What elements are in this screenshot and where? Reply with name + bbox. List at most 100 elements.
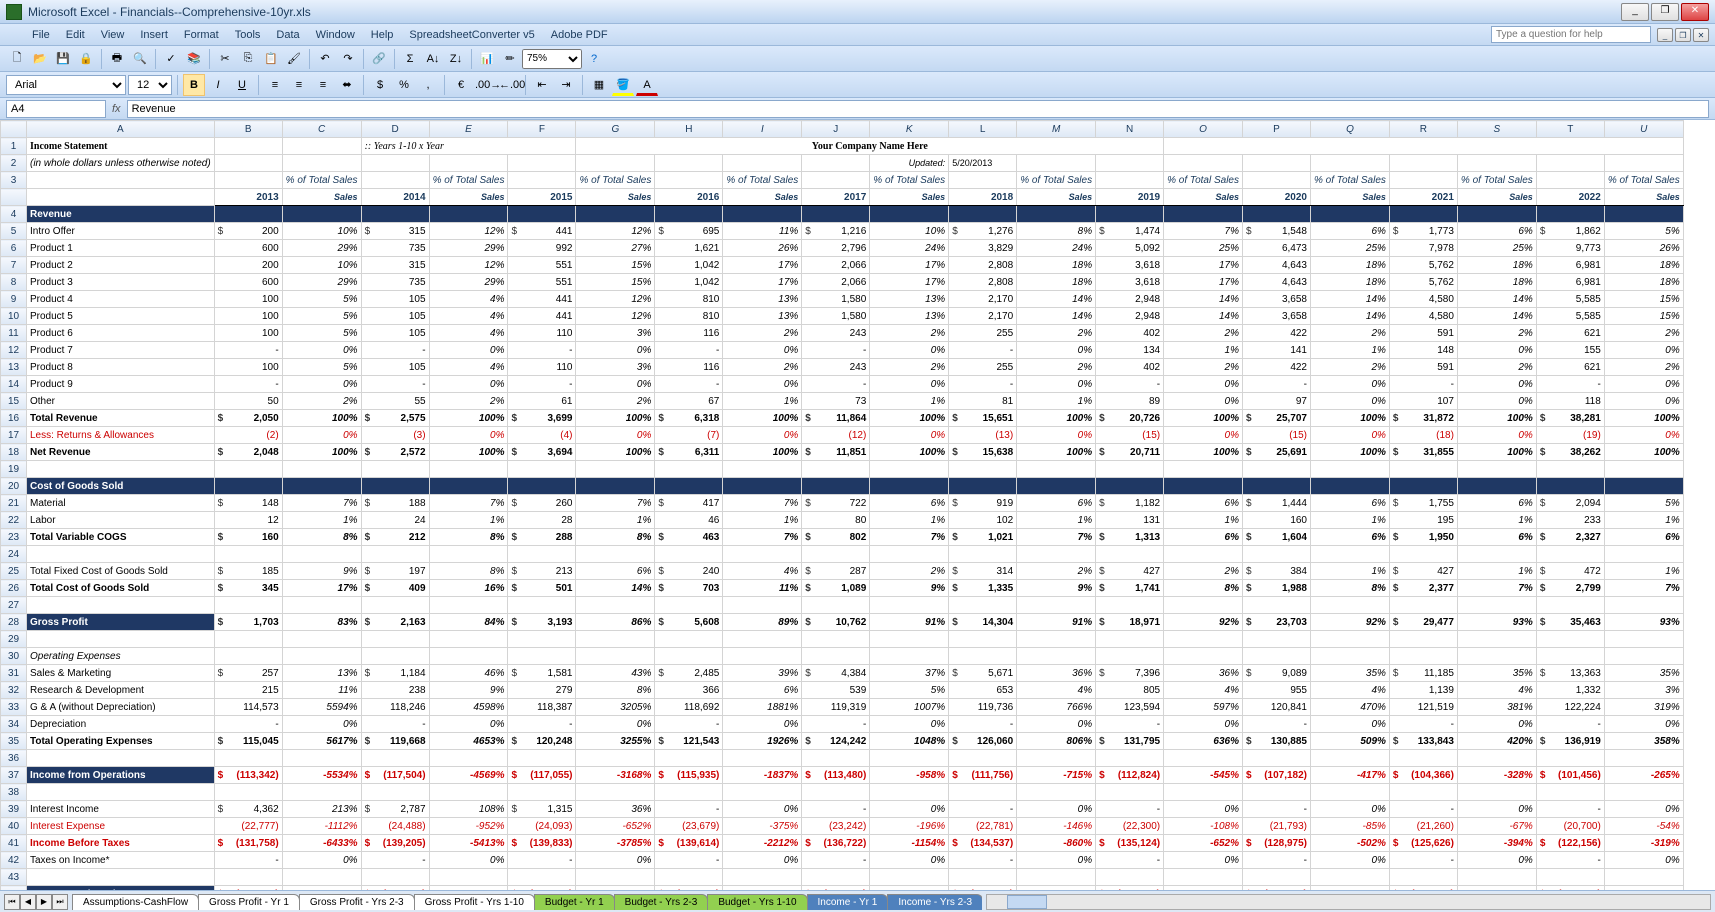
cell[interactable]: 110 [508, 359, 576, 376]
fill-color-button[interactable]: 🪣 [612, 74, 634, 96]
cell[interactable]: 4% [429, 325, 508, 342]
row-header[interactable]: 13 [1, 359, 27, 376]
cell[interactable]: - [802, 801, 870, 818]
cell[interactable]: $(125,626) [1389, 835, 1457, 852]
cell[interactable]: 6% [1311, 529, 1390, 546]
row-header[interactable]: 38 [1, 784, 27, 801]
cell[interactable]: $(128,975) [1243, 835, 1311, 852]
cell[interactable]: 12 [214, 512, 282, 529]
menu-help[interactable]: Help [363, 27, 402, 43]
cell[interactable]: 653 [949, 682, 1017, 699]
cell[interactable]: 5,585 [1536, 291, 1604, 308]
cell[interactable]: -1837% [723, 767, 802, 784]
column-header-K[interactable]: K [870, 121, 949, 138]
cell[interactable]: 255 [949, 325, 1017, 342]
cell[interactable]: 7% [1164, 223, 1243, 240]
cell[interactable]: 0% [1457, 393, 1536, 410]
row-header[interactable]: 16 [1, 410, 27, 427]
cell[interactable]: 0% [429, 716, 508, 733]
cell[interactable]: $1,315 [508, 801, 576, 818]
research-icon[interactable]: 📚 [183, 48, 205, 70]
cell[interactable]: 238 [361, 682, 429, 699]
cell[interactable]: 8% [576, 529, 655, 546]
cell[interactable]: 0% [1604, 342, 1683, 359]
cell[interactable]: $1,216 [802, 223, 870, 240]
cell[interactable]: $188 [361, 495, 429, 512]
cell[interactable]: $1,988 [1243, 580, 1311, 597]
cell[interactable]: 551 [508, 274, 576, 291]
cell[interactable]: 148 [1389, 342, 1457, 359]
cell[interactable]: 81 [949, 393, 1017, 410]
cell[interactable]: $2,094 [1536, 495, 1604, 512]
cell[interactable]: 80 [802, 512, 870, 529]
cell[interactable]: $2,572 [361, 444, 429, 461]
underline-button[interactable]: U [231, 74, 253, 96]
cell[interactable]: 100% [429, 444, 508, 461]
cell[interactable]: - [508, 342, 576, 359]
cell[interactable]: 26% [1604, 240, 1683, 257]
cell[interactable]: 3,829 [949, 240, 1017, 257]
cell[interactable]: $11,851 [802, 444, 870, 461]
doc-close-button[interactable]: ✕ [1693, 28, 1709, 42]
cell[interactable]: 14% [1311, 291, 1390, 308]
cell[interactable]: 118 [1536, 393, 1604, 410]
row-header[interactable]: 26 [1, 580, 27, 597]
cell[interactable]: 17% [282, 580, 361, 597]
cell[interactable]: -394% [1457, 835, 1536, 852]
cell[interactable]: 621 [1536, 325, 1604, 342]
cell[interactable]: (23,242) [802, 818, 870, 835]
column-header-U[interactable]: U [1604, 121, 1683, 138]
cell[interactable]: $(101,456) [1536, 767, 1604, 784]
cell[interactable]: 4,580 [1389, 308, 1457, 325]
cell[interactable]: 18% [1311, 274, 1390, 291]
column-header-N[interactable]: N [1096, 121, 1164, 138]
cell[interactable]: -5534% [282, 767, 361, 784]
cell[interactable]: 0% [1017, 716, 1096, 733]
row-header[interactable]: 42 [1, 852, 27, 869]
cell[interactable]: -417% [1311, 767, 1390, 784]
cell[interactable]: 539 [802, 682, 870, 699]
sheet-tab[interactable]: Budget - Yrs 2-3 [614, 894, 709, 910]
cell[interactable]: 0% [1457, 427, 1536, 444]
cell[interactable]: 7% [723, 495, 802, 512]
cell[interactable]: 116 [655, 359, 723, 376]
name-box[interactable] [6, 100, 106, 118]
align-right-button[interactable]: ≡ [312, 74, 334, 96]
sheet-tab[interactable]: Gross Profit - Yrs 1-10 [414, 894, 535, 910]
cell[interactable]: 3255% [576, 733, 655, 750]
row-header[interactable]: 28 [1, 614, 27, 631]
cell[interactable]: 141 [1243, 342, 1311, 359]
cell[interactable]: -196% [870, 818, 949, 835]
row-header[interactable]: 9 [1, 291, 27, 308]
sort-asc-icon[interactable]: A↓ [422, 48, 444, 70]
cell[interactable]: 91% [1017, 614, 1096, 631]
cell[interactable]: -146% [1017, 818, 1096, 835]
save-icon[interactable]: 💾 [52, 48, 74, 70]
cell[interactable]: - [1389, 801, 1457, 818]
cell[interactable]: $3,694 [508, 444, 576, 461]
cell[interactable]: 1% [1311, 512, 1390, 529]
help-search-input[interactable] [1491, 26, 1651, 43]
maximize-button[interactable]: ❐ [1651, 3, 1679, 21]
cell[interactable]: 7% [576, 495, 655, 512]
cell[interactable]: $23,703 [1243, 614, 1311, 631]
cell[interactable]: 5% [1604, 223, 1683, 240]
cell[interactable]: 5% [282, 359, 361, 376]
cell[interactable]: $2,163 [361, 614, 429, 631]
cell[interactable]: -1154% [870, 835, 949, 852]
row-header[interactable]: 34 [1, 716, 27, 733]
cell[interactable]: $7,396 [1096, 665, 1164, 682]
cell[interactable]: 25% [1164, 240, 1243, 257]
menu-file[interactable]: File [24, 27, 58, 43]
cell[interactable]: 5594% [282, 699, 361, 716]
cell[interactable]: 4% [1311, 682, 1390, 699]
cell[interactable]: - [655, 852, 723, 869]
cell[interactable]: $(107,182) [1243, 767, 1311, 784]
cell[interactable]: $919 [949, 495, 1017, 512]
cell[interactable]: 7,978 [1389, 240, 1457, 257]
cell[interactable]: 0% [1017, 852, 1096, 869]
cell[interactable]: 5% [282, 325, 361, 342]
cell[interactable]: 28 [508, 512, 576, 529]
row-header[interactable]: 25 [1, 563, 27, 580]
close-button[interactable]: ✕ [1681, 3, 1709, 21]
